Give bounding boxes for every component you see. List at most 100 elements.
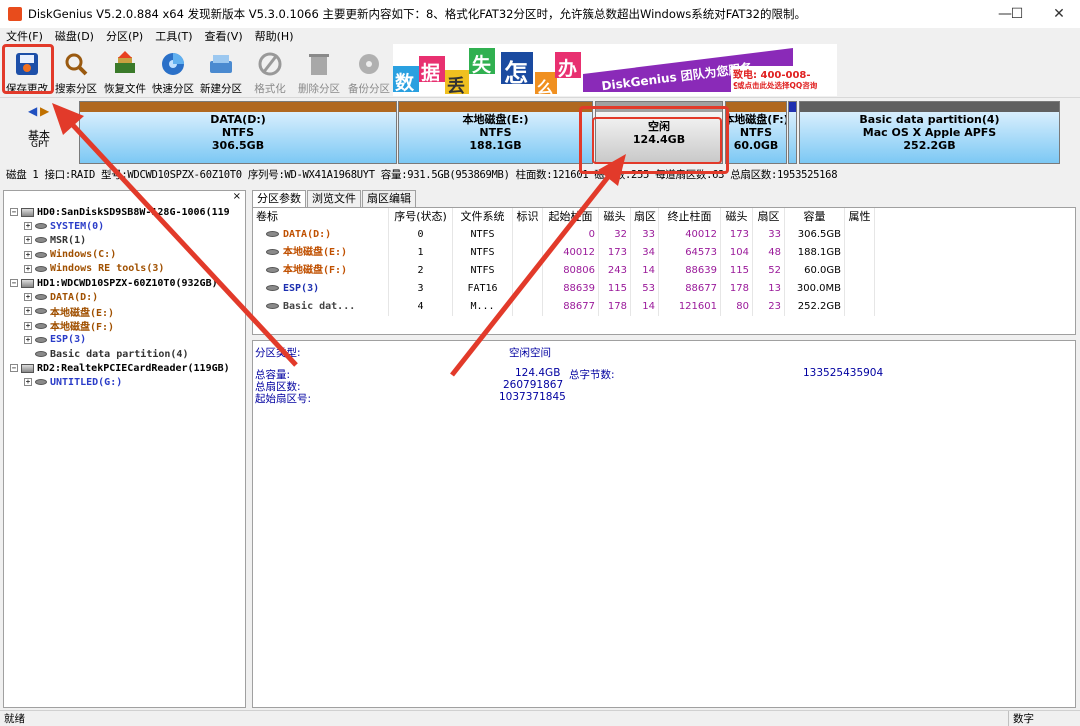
- tab-partition-params[interactable]: 分区参数: [252, 190, 306, 207]
- table-cell: 173: [721, 226, 753, 244]
- tree-close-icon[interactable]: ×: [233, 191, 241, 202]
- table-cell: 33: [631, 226, 659, 244]
- table-cell: 2: [389, 262, 453, 280]
- tree-partition-node[interactable]: + 本地磁盘(F:): [24, 319, 114, 333]
- prev-disk-arrow-icon[interactable]: ◀: [28, 104, 37, 118]
- column-header[interactable]: 磁头: [599, 208, 631, 226]
- table-row[interactable]: Basic dat... 4 M... 88677 178 14 121601 80 23 252…: [253, 298, 875, 316]
- next-disk-arrow-icon[interactable]: ▶: [40, 104, 49, 118]
- tree-node-label: RD2:RealtekPCIECardReader(119GB): [37, 362, 230, 374]
- table-cell: 0: [543, 226, 599, 244]
- table-cell: 80806: [543, 262, 599, 280]
- expand-icon[interactable]: +: [24, 236, 32, 245]
- advert-banner[interactable]: 数 据 丢 失 怎 么 办 DiskGenius 团队为您服务 致电: 400-…: [393, 44, 837, 96]
- column-header[interactable]: 标识: [513, 208, 543, 226]
- format-button[interactable]: 格式化: [252, 46, 288, 96]
- backup-partition-button[interactable]: 备份分区: [346, 46, 392, 96]
- right-panel: 分区参数 浏览文件 扇区编辑 卷标 序号(状态) 文件系统 标识 起始柱面 磁头 扇区 终止柱…: [250, 190, 1078, 708]
- magnifier-icon: [62, 50, 90, 78]
- column-header[interactable]: 扇区: [753, 208, 785, 226]
- search-partition-button[interactable]: 搜索分区: [54, 46, 98, 96]
- tree-partition-node[interactable]: + DATA(D:): [24, 290, 98, 304]
- expand-icon[interactable]: +: [24, 307, 32, 316]
- tree-partition-node[interactable]: + 本地磁盘(E:): [24, 304, 114, 319]
- column-header[interactable]: 序号(状态): [389, 208, 453, 226]
- menu-view[interactable]: 查看(V): [199, 28, 249, 44]
- column-header[interactable]: 起始柱面: [543, 208, 599, 226]
- partition-icon: [35, 308, 47, 315]
- volume-cell: Basic dat...: [253, 298, 389, 316]
- new-partition-button[interactable]: 新建分区: [199, 46, 243, 96]
- expand-icon[interactable]: +: [24, 222, 32, 231]
- column-header[interactable]: 文件系统: [453, 208, 513, 226]
- tree-partition-node[interactable]: + UNTITLED(G:): [24, 375, 122, 389]
- expand-icon[interactable]: +: [24, 378, 32, 387]
- collapse-icon[interactable]: −: [10, 279, 18, 287]
- close-button[interactable]: ✕: [1036, 0, 1080, 28]
- highlight-save-button: [2, 44, 54, 94]
- table-row[interactable]: 本地磁盘(E:) 1 NTFS 40012 173 34 64573 104 48 188.1GB: [253, 244, 875, 262]
- partition-block-esp[interactable]: [788, 101, 797, 164]
- column-header[interactable]: 扇区: [631, 208, 659, 226]
- partition-icon: [35, 237, 47, 244]
- delete-partition-button[interactable]: 删除分区: [297, 46, 341, 96]
- tree-partition-node[interactable]: + Windows(C:): [24, 248, 116, 262]
- column-header[interactable]: 终止柱面: [659, 208, 721, 226]
- collapse-icon[interactable]: −: [10, 208, 18, 216]
- table-cell: [513, 280, 543, 298]
- total-bytes-label: 总字节数:: [569, 369, 615, 381]
- format-icon: [256, 50, 284, 78]
- tree-disk-node[interactable]: − HD0:SanDiskSD9SB8W-128G-1006(119: [10, 205, 230, 219]
- maximize-button[interactable]: ☐: [994, 0, 1040, 28]
- tab-browse-files[interactable]: 浏览文件: [307, 190, 361, 207]
- table-cell: 34: [631, 244, 659, 262]
- volume-cell: 本地磁盘(E:): [253, 244, 389, 262]
- expand-icon[interactable]: +: [24, 335, 32, 344]
- table-cell: 173: [599, 244, 631, 262]
- quick-partition-button[interactable]: 快速分区: [151, 46, 195, 96]
- partition-icon: [266, 303, 279, 309]
- tree-partition-node[interactable]: + SYSTEM(0): [24, 219, 104, 233]
- table-cell: 252.2GB: [785, 298, 845, 316]
- expand-icon[interactable]: +: [24, 321, 32, 330]
- partition-block-local-f[interactable]: 本地磁盘(F:) NTFS 60.0GB: [725, 101, 787, 164]
- tree-partition-node[interactable]: + MSR(1): [24, 233, 86, 247]
- partition-details: 分区类型: 空闲空间 总容量: 124.4GB 总字节数: 1335254359…: [252, 340, 1076, 708]
- recover-icon: [111, 50, 139, 78]
- format-label: 格式化: [254, 83, 286, 95]
- recover-files-button[interactable]: 恢复文件: [102, 46, 148, 96]
- partition-block-local-e[interactable]: 本地磁盘(E:) NTFS 188.1GB: [398, 101, 593, 164]
- window-title: DiskGenius V5.2.0.884 x64 发现新版本 V5.3.0.1…: [28, 7, 806, 21]
- menu-tools[interactable]: 工具(T): [149, 28, 198, 44]
- quick-partition-label: 快速分区: [152, 83, 194, 95]
- expand-icon[interactable]: +: [24, 250, 32, 259]
- tree-partition-node[interactable]: + Windows RE tools(3): [24, 262, 164, 276]
- collapse-icon[interactable]: −: [10, 364, 18, 373]
- tree-partition-node[interactable]: + ESP(3): [24, 333, 86, 347]
- menu-file[interactable]: 文件(F): [0, 28, 49, 44]
- numlock-indicator: 数字: [1008, 711, 1034, 726]
- expand-icon[interactable]: +: [24, 264, 32, 273]
- tree-disk-node[interactable]: − HD1:WDCWD10SPZX-60Z10T0(932GB): [10, 276, 218, 290]
- column-header[interactable]: 容量: [785, 208, 845, 226]
- table-row[interactable]: DATA(D:) 0 NTFS 0 32 33 40012 173 33 306.5GB: [253, 226, 875, 244]
- tree-partition-node[interactable]: Basic data partition(4): [24, 347, 188, 361]
- column-header[interactable]: 磁头: [721, 208, 753, 226]
- tab-sector-edit[interactable]: 扇区编辑: [362, 190, 416, 207]
- expand-icon[interactable]: +: [24, 293, 32, 302]
- table-row[interactable]: 本地磁盘(F:) 2 NTFS 80806 243 14 88639 115 52 60.0GB: [253, 262, 875, 280]
- column-header[interactable]: 属性: [845, 208, 875, 226]
- menu-partition[interactable]: 分区(P): [100, 28, 149, 44]
- banner-qq[interactable]: 或点击此处选择QQ咨询: [737, 80, 818, 91]
- partition-block-data-d[interactable]: DATA(D:) NTFS 306.5GB: [79, 101, 397, 164]
- tree-disk-node[interactable]: − RD2:RealtekPCIECardReader(119GB): [10, 361, 230, 375]
- menu-help[interactable]: 帮助(H): [249, 28, 300, 44]
- menu-disk[interactable]: 磁盘(D): [49, 28, 100, 44]
- partition-block-apfs[interactable]: Basic data partition(4) Mac OS X Apple A…: [799, 101, 1060, 164]
- partition-icon: [266, 267, 279, 273]
- column-header[interactable]: 卷标: [253, 208, 389, 226]
- tab-strip: 分区参数 浏览文件 扇区编辑: [252, 190, 417, 207]
- table-cell: 1: [389, 244, 453, 262]
- table-row[interactable]: ESP(3) 3 FAT16 88639 115 53 88677 178 13 300.0MB: [253, 280, 875, 298]
- tree-node-label: 本地磁盘(F:): [50, 322, 115, 334]
